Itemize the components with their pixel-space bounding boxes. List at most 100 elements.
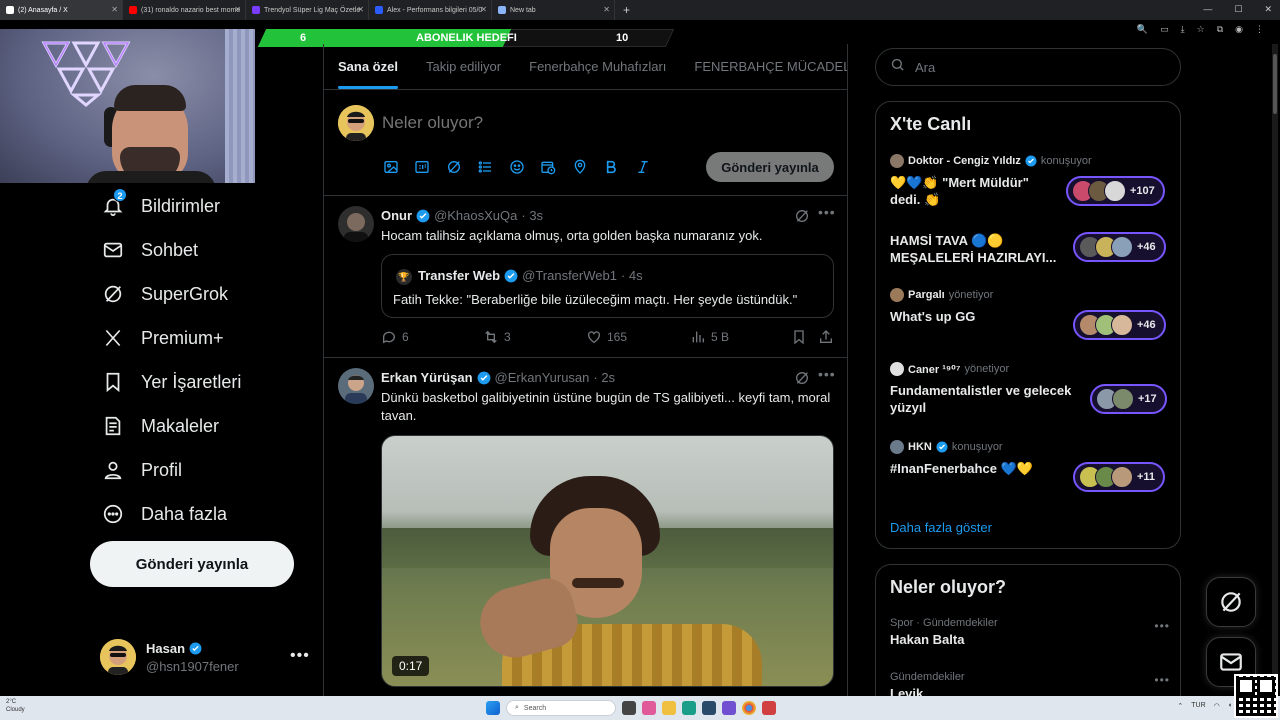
tweet-timestamp[interactable]: · 2s — [593, 370, 615, 385]
bookmark-star-icon[interactable]: ☆ — [1197, 24, 1205, 35]
tab-following[interactable]: Takip ediliyor — [412, 44, 515, 89]
close-tab-icon[interactable]: ✕ — [603, 5, 610, 14]
sidebar-item-articles[interactable]: Makaleler — [90, 404, 300, 448]
show-more-link[interactable]: Daha fazla göster — [890, 520, 992, 535]
panel-title: X'te Canlı — [890, 114, 972, 134]
browser-tab[interactable]: Alex - Performans bilgileri 05/0 ✕ — [369, 0, 492, 20]
tray-lang[interactable]: TUR — [1191, 702, 1205, 710]
windows-start-icon[interactable] — [486, 701, 500, 715]
compose-post-button[interactable]: Gönderi yayınla — [706, 152, 834, 182]
close-tab-icon[interactable]: ✕ — [234, 5, 241, 14]
volume-icon[interactable]: ◖ — [1228, 702, 1232, 710]
browser-tab[interactable]: Trendyol Süper Lig Maç Özetle ✕ — [246, 0, 369, 20]
task-view-icon[interactable] — [622, 701, 636, 715]
italic-icon[interactable] — [634, 158, 652, 176]
live-space-item[interactable]: Caner ¹⁹⁰⁷ yönetiyor Fundamentalistler ve… — [890, 362, 1170, 415]
sidebar-item-supergrok[interactable]: SuperGrok — [90, 272, 300, 316]
share-button[interactable] — [818, 329, 834, 345]
sidebar-item-notifications[interactable]: 2 Bildirimler — [90, 184, 300, 228]
bold-icon[interactable] — [602, 158, 620, 176]
location-icon[interactable] — [571, 158, 589, 176]
tweet-timestamp[interactable]: · 3s — [521, 208, 543, 223]
like-button[interactable]: 165 — [586, 329, 627, 345]
account-switcher[interactable]: Hasan @hsn1907fener ••• — [100, 639, 310, 679]
grok-explain-icon[interactable] — [794, 208, 810, 229]
repost-button[interactable]: 3 — [483, 329, 511, 345]
sidebar-item-premium[interactable]: Premium+ — [90, 316, 300, 360]
live-space-item[interactable]: Pargalı yönetiyor What's up GG +46 — [890, 288, 1170, 340]
tweet-author-name[interactable]: Erkan Yürüşan — [381, 370, 473, 385]
quoted-tweet[interactable]: 🏆 Transfer Web @TransferWeb1 · 4s Fatih … — [381, 254, 834, 318]
chrome-icon[interactable] — [742, 701, 756, 715]
file-explorer-icon[interactable] — [662, 701, 676, 715]
live-space-item[interactable]: HKN konuşuyor #InanFenerbahce 💙💛 +11 — [890, 440, 1170, 492]
gif-icon[interactable] — [413, 158, 431, 176]
schedule-icon[interactable] — [539, 158, 557, 176]
browser-tab[interactable]: (31) ronaldo nazario best mome ✕ — [123, 0, 246, 20]
poll-icon[interactable] — [476, 158, 494, 176]
tray-chevron-icon[interactable]: ⌃ — [1177, 702, 1183, 710]
account-more-icon[interactable]: ••• — [290, 647, 310, 665]
profile-icon[interactable]: ◉ — [1235, 24, 1243, 35]
compose-input[interactable] — [382, 113, 782, 133]
download-icon[interactable]: ⤓ — [1181, 24, 1185, 35]
close-tab-icon[interactable]: ✕ — [111, 5, 118, 14]
taskbar-search[interactable]: ⌕ Search — [506, 700, 616, 716]
new-tab-button[interactable]: + — [623, 3, 630, 17]
views-button[interactable]: 5 B — [690, 329, 729, 345]
app-icon[interactable] — [762, 701, 776, 715]
browser-tab[interactable]: New tab ✕ — [492, 0, 615, 20]
search-input[interactable] — [915, 59, 1155, 75]
app-icon[interactable] — [702, 701, 716, 715]
avatar[interactable] — [338, 206, 374, 242]
bookmark-button[interactable] — [791, 329, 807, 345]
edge-icon[interactable] — [682, 701, 696, 715]
page-scrollbar[interactable] — [1272, 44, 1278, 696]
grok-floating-button[interactable] — [1206, 577, 1256, 627]
post-button[interactable]: Gönderi yayınla — [90, 541, 294, 587]
maximize-button[interactable]: ☐ — [1234, 4, 1242, 15]
weather-widget[interactable]: 2°C Cloudy — [6, 698, 25, 714]
trend-item[interactable]: Spor · Gündemdekiler Hakan Balta ••• — [890, 617, 1170, 647]
tweet-author-handle[interactable]: @ErkanYurusan — [495, 370, 590, 385]
grok-explain-icon[interactable] — [794, 370, 810, 391]
avatar[interactable] — [338, 368, 374, 404]
minimize-button[interactable]: — — [1203, 4, 1212, 15]
tweet-more-icon[interactable]: ••• — [818, 204, 836, 220]
tweet-author-handle[interactable]: @KhaosXuQa — [434, 208, 517, 223]
scrollbar-thumb[interactable] — [1273, 54, 1277, 114]
sidebar-item-profile[interactable]: Profil — [90, 448, 300, 492]
trend-more-icon[interactable]: ••• — [1154, 619, 1170, 633]
browser-tab[interactable]: (2) Anasayfa / X ✕ — [0, 0, 123, 20]
cast-icon[interactable]: ▭ — [1160, 24, 1169, 35]
zoom-icon[interactable]: 🔍 — [1137, 24, 1148, 35]
search-box[interactable] — [875, 48, 1181, 86]
sidebar-item-chat[interactable]: Sohbet — [90, 228, 300, 272]
tab-for-you[interactable]: Sana özel — [324, 44, 412, 89]
tweet-video[interactable]: 0:17 — [381, 435, 834, 687]
tweet[interactable]: Erkan Yürüşan @ErkanYurusan · 2s ••• Dün… — [324, 358, 847, 696]
app-icon[interactable] — [642, 701, 656, 715]
tweet-more-icon[interactable]: ••• — [818, 366, 836, 382]
close-window-button[interactable]: ✕ — [1264, 4, 1272, 15]
tab-list-fenerbahce-muhafizlari[interactable]: Fenerbahçe Muhafızları — [515, 44, 680, 89]
grok-compose-icon[interactable] — [445, 158, 463, 176]
tweet-author-name[interactable]: Onur — [381, 208, 412, 223]
close-tab-icon[interactable]: ✕ — [357, 5, 364, 14]
tweet[interactable]: Onur @KhaosXuQa · 3s ••• Hocam talihsiz … — [324, 196, 847, 358]
tweet-text: Dünkü basketbol galibiyetinin üstüne bug… — [381, 390, 831, 423]
reply-button[interactable]: 6 — [381, 329, 409, 345]
tab-list-fenerbahce-mucadele[interactable]: FENERBAHÇE MÜCADELE — [680, 44, 847, 89]
app-icon[interactable] — [722, 701, 736, 715]
extensions-icon[interactable]: ⧉ — [1217, 24, 1223, 35]
trend-more-icon[interactable]: ••• — [1154, 673, 1170, 687]
window-controls: — ☐ ✕ — [1203, 4, 1272, 15]
live-space-item[interactable]: Doktor - Cengiz Yıldız konuşuyor 💛💙👏 "Mer… — [890, 154, 1170, 207]
menu-icon[interactable]: ⋮ — [1255, 24, 1264, 35]
sidebar-item-more[interactable]: Daha fazla — [90, 492, 300, 536]
close-tab-icon[interactable]: ✕ — [480, 5, 487, 14]
sidebar-item-bookmarks[interactable]: Yer İşaretleri — [90, 360, 300, 404]
image-icon[interactable] — [382, 158, 400, 176]
emoji-icon[interactable] — [508, 158, 526, 176]
wifi-icon[interactable]: ◠ — [1214, 702, 1220, 710]
